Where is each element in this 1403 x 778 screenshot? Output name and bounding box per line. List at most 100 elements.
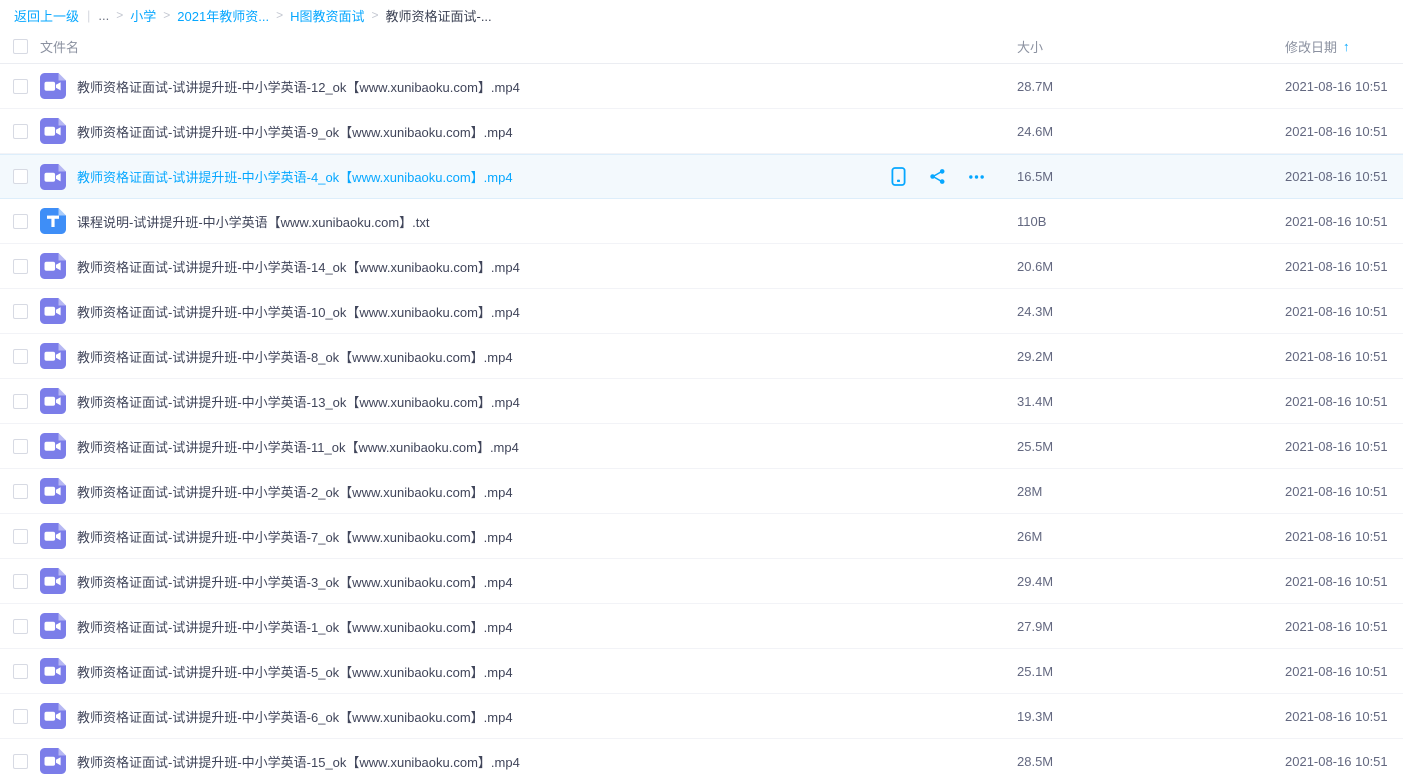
file-size: 24.6M <box>1017 124 1053 139</box>
select-checkbox[interactable] <box>13 664 28 679</box>
column-header-filename[interactable]: 文件名 <box>40 37 79 56</box>
breadcrumb-separator: > <box>163 8 170 22</box>
table-row[interactable]: 教师资格证面试-试讲提升班-中小学英语-14_ok【www.xunibaoku.… <box>0 244 1403 289</box>
select-all-checkbox[interactable] <box>13 39 28 54</box>
file-name-link[interactable]: 教师资格证面试-试讲提升班-中小学英语-5_ok【www.xunibaoku.c… <box>77 662 513 681</box>
table-row[interactable]: 教师资格证面试-试讲提升班-中小学英语-3_ok【www.xunibaoku.c… <box>0 559 1403 604</box>
file-name-link[interactable]: 教师资格证面试-试讲提升班-中小学英语-11_ok【www.xunibaoku.… <box>77 437 519 456</box>
file-size: 28.5M <box>1017 754 1053 769</box>
file-name-link[interactable]: 课程说明-试讲提升班-中小学英语【www.xunibaoku.com】.txt <box>77 212 430 231</box>
file-name-link[interactable]: 教师资格证面试-试讲提升班-中小学英语-4_ok【www.xunibaoku.c… <box>77 167 513 186</box>
sort-ascending-icon[interactable]: ↑ <box>1343 39 1350 54</box>
table-row[interactable]: 教师资格证面试-试讲提升班-中小学英语-1_ok【www.xunibaoku.c… <box>0 604 1403 649</box>
table-row[interactable]: 教师资格证面试-试讲提升班-中小学英语-8_ok【www.xunibaoku.c… <box>0 334 1403 379</box>
breadcrumb-item-2021-teacher[interactable]: 2021年教师资... <box>177 6 269 25</box>
select-checkbox[interactable] <box>13 349 28 364</box>
file-name-link[interactable]: 教师资格证面试-试讲提升班-中小学英语-12_ok【www.xunibaoku.… <box>77 77 520 96</box>
file-size: 16.5M <box>1017 169 1053 184</box>
table-row[interactable]: 教师资格证面试-试讲提升班-中小学英语-13_ok【www.xunibaoku.… <box>0 379 1403 424</box>
select-checkbox[interactable] <box>13 124 28 139</box>
table-row[interactable]: 教师资格证面试-试讲提升班-中小学英语-9_ok【www.xunibaoku.c… <box>0 109 1403 154</box>
file-size: 110B <box>1017 214 1046 229</box>
select-checkbox[interactable] <box>13 439 28 454</box>
video-file-icon <box>40 658 66 684</box>
file-size: 24.3M <box>1017 304 1053 319</box>
file-modified-date: 2021-08-16 10:51 <box>1285 484 1388 499</box>
file-name-link[interactable]: 教师资格证面试-试讲提升班-中小学英语-10_ok【www.xunibaoku.… <box>77 302 520 321</box>
file-name-link[interactable]: 教师资格证面试-试讲提升班-中小学英语-1_ok【www.xunibaoku.c… <box>77 617 513 636</box>
file-size: 29.4M <box>1017 574 1053 589</box>
table-row[interactable]: 教师资格证面试-试讲提升班-中小学英语-12_ok【www.xunibaoku.… <box>0 64 1403 109</box>
breadcrumb: 返回上一级 | ... > 小学 > 2021年教师资... > H图教资面试 … <box>0 0 1403 30</box>
video-file-icon <box>40 613 66 639</box>
file-modified-date: 2021-08-16 10:51 <box>1285 709 1388 724</box>
select-checkbox[interactable] <box>13 214 28 229</box>
select-checkbox[interactable] <box>13 619 28 634</box>
video-file-icon <box>40 703 66 729</box>
file-modified-date: 2021-08-16 10:51 <box>1285 349 1388 364</box>
file-name-link[interactable]: 教师资格证面试-试讲提升班-中小学英语-2_ok【www.xunibaoku.c… <box>77 482 513 501</box>
select-checkbox[interactable] <box>13 574 28 589</box>
file-name-link[interactable]: 教师资格证面试-试讲提升班-中小学英语-13_ok【www.xunibaoku.… <box>77 392 520 411</box>
video-file-icon <box>40 568 66 594</box>
select-checkbox[interactable] <box>13 484 28 499</box>
video-file-icon <box>40 253 66 279</box>
file-modified-date: 2021-08-16 10:51 <box>1285 169 1388 184</box>
file-name-link[interactable]: 教师资格证面试-试讲提升班-中小学英语-7_ok【www.xunibaoku.c… <box>77 527 513 546</box>
file-name-link[interactable]: 教师资格证面试-试讲提升班-中小学英语-6_ok【www.xunibaoku.c… <box>77 707 513 726</box>
select-checkbox[interactable] <box>13 79 28 94</box>
table-row[interactable]: 教师资格证面试-试讲提升班-中小学英语-5_ok【www.xunibaoku.c… <box>0 649 1403 694</box>
column-header-date[interactable]: 修改日期 <box>1285 37 1337 56</box>
select-checkbox[interactable] <box>13 709 28 724</box>
file-size: 20.6M <box>1017 259 1053 274</box>
file-size: 31.4M <box>1017 394 1053 409</box>
table-row[interactable]: 教师资格证面试-试讲提升班-中小学英语-15_ok【www.xunibaoku.… <box>0 739 1403 778</box>
send-to-phone-icon[interactable] <box>890 167 907 186</box>
breadcrumb-collapsed[interactable]: ... <box>98 8 109 23</box>
share-icon[interactable] <box>929 167 946 186</box>
table-row[interactable]: 教师资格证面试-试讲提升班-中小学英语-4_ok【www.xunibaoku.c… <box>0 154 1403 199</box>
breadcrumb-current-folder: 教师资格证面试-... <box>385 6 491 25</box>
file-name-link[interactable]: 教师资格证面试-试讲提升班-中小学英语-9_ok【www.xunibaoku.c… <box>77 122 513 141</box>
select-checkbox[interactable] <box>13 394 28 409</box>
select-checkbox[interactable] <box>13 259 28 274</box>
file-name-link[interactable]: 教师资格证面试-试讲提升班-中小学英语-14_ok【www.xunibaoku.… <box>77 257 520 276</box>
select-checkbox[interactable] <box>13 529 28 544</box>
file-size: 25.5M <box>1017 439 1053 454</box>
breadcrumb-item-primary-school[interactable]: 小学 <box>130 6 156 25</box>
breadcrumb-separator: > <box>276 8 283 22</box>
file-name-link[interactable]: 教师资格证面试-试讲提升班-中小学英语-8_ok【www.xunibaoku.c… <box>77 347 513 366</box>
file-name-link[interactable]: 教师资格证面试-试讲提升班-中小学英语-3_ok【www.xunibaoku.c… <box>77 572 513 591</box>
table-row[interactable]: 教师资格证面试-试讲提升班-中小学英语-2_ok【www.xunibaoku.c… <box>0 469 1403 514</box>
table-row[interactable]: 教师资格证面试-试讲提升班-中小学英语-10_ok【www.xunibaoku.… <box>0 289 1403 334</box>
more-icon[interactable] <box>968 167 985 186</box>
select-checkbox[interactable] <box>13 754 28 769</box>
breadcrumb-divider: | <box>87 8 90 23</box>
file-modified-date: 2021-08-16 10:51 <box>1285 754 1388 769</box>
select-checkbox[interactable] <box>13 169 28 184</box>
breadcrumb-back-link[interactable]: 返回上一级 <box>14 6 79 25</box>
video-file-icon <box>40 478 66 504</box>
video-file-icon <box>40 343 66 369</box>
video-file-icon <box>40 164 66 190</box>
breadcrumb-item-h-folder[interactable]: H图教资面试 <box>290 6 364 25</box>
video-file-icon <box>40 748 66 774</box>
select-checkbox[interactable] <box>13 304 28 319</box>
video-file-icon <box>40 298 66 324</box>
text-file-icon <box>40 208 66 234</box>
file-size: 26M <box>1017 529 1042 544</box>
file-modified-date: 2021-08-16 10:51 <box>1285 439 1388 454</box>
file-size: 19.3M <box>1017 709 1053 724</box>
table-row[interactable]: 教师资格证面试-试讲提升班-中小学英语-11_ok【www.xunibaoku.… <box>0 424 1403 469</box>
table-row[interactable]: 教师资格证面试-试讲提升班-中小学英语-6_ok【www.xunibaoku.c… <box>0 694 1403 739</box>
file-size: 28M <box>1017 484 1042 499</box>
column-header-size[interactable]: 大小 <box>1017 40 1043 55</box>
table-row[interactable]: 教师资格证面试-试讲提升班-中小学英语-7_ok【www.xunibaoku.c… <box>0 514 1403 559</box>
file-modified-date: 2021-08-16 10:51 <box>1285 304 1388 319</box>
file-size: 29.2M <box>1017 349 1053 364</box>
file-size: 27.9M <box>1017 619 1053 634</box>
breadcrumb-separator: > <box>116 8 123 22</box>
file-modified-date: 2021-08-16 10:51 <box>1285 619 1388 634</box>
file-name-link[interactable]: 教师资格证面试-试讲提升班-中小学英语-15_ok【www.xunibaoku.… <box>77 752 520 771</box>
table-row[interactable]: 课程说明-试讲提升班-中小学英语【www.xunibaoku.com】.txt <box>0 199 1403 244</box>
